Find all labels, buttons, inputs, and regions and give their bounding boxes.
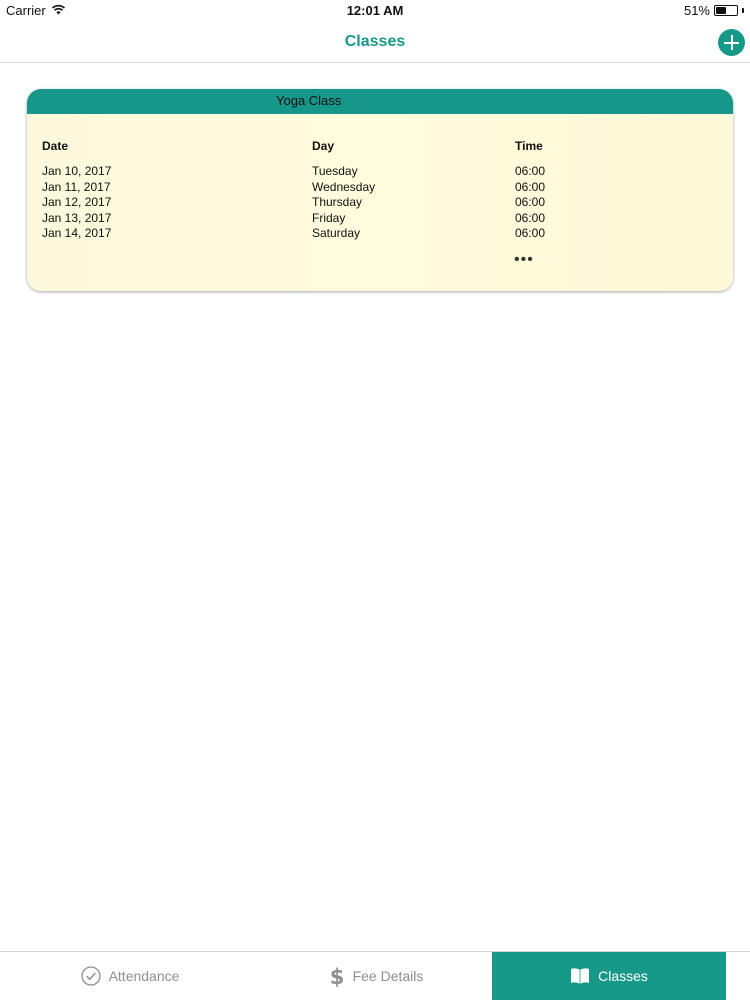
row-date: Jan 14, 2017 [42, 226, 112, 241]
column-header-date: Date [42, 139, 69, 153]
table-row: Jan 10, 2017 Tuesday 06:00 [42, 164, 722, 180]
row-date: Jan 13, 2017 [42, 210, 112, 225]
row-day: Saturday [312, 226, 361, 241]
status-right: 51% [684, 3, 744, 18]
navigation-bar: Classes [0, 22, 750, 63]
battery-icon [714, 5, 738, 16]
tab-attendance[interactable]: Attendance [0, 952, 260, 1000]
battery-fill [716, 7, 727, 14]
add-class-button[interactable] [718, 29, 745, 56]
card-header: Yoga Class [27, 89, 733, 114]
page-title: Classes [344, 33, 406, 50]
schedule-table: Date Day Time Jan 10, 2017 Tuesday 06:00… [42, 139, 722, 242]
row-time: 06:00 [515, 195, 546, 210]
table-row: Jan 14, 2017 Saturday 06:00 [42, 226, 722, 242]
battery-percent: 51% [683, 3, 710, 18]
tab-classes[interactable]: Classes [492, 952, 726, 1000]
class-card[interactable]: Yoga Class Date Day Time Jan 10, 2017 Tu… [27, 89, 733, 291]
tab-label: Fee Details [352, 968, 424, 984]
row-date: Jan 10, 2017 [42, 164, 112, 178]
row-day: Tuesday [312, 164, 358, 178]
row-day: Thursday [312, 195, 363, 210]
table-row: Jan 13, 2017 Friday 06:00 [42, 211, 722, 227]
battery-tip [742, 8, 744, 13]
tab-fee-details[interactable]: $ Fee Details [260, 952, 492, 1000]
status-bar: Carrier 12:01 AM 51% [0, 0, 750, 22]
row-time: 06:00 [515, 179, 546, 194]
status-time: 12:01 AM [346, 3, 404, 18]
column-header-day: Day [312, 139, 335, 153]
tab-label: Attendance [108, 968, 180, 984]
dollar-icon: $ [329, 965, 345, 987]
row-day: Wednesday [312, 179, 376, 194]
book-icon [570, 967, 590, 985]
column-header-time: Time [515, 139, 543, 153]
tab-label: Classes [598, 968, 648, 984]
tab-bar: Attendance $ Fee Details Classes [0, 951, 750, 1000]
row-day: Friday [312, 210, 346, 225]
check-circle-icon [80, 966, 101, 986]
row-date: Jan 12, 2017 [42, 195, 112, 210]
table-header-row: Date Day Time [42, 139, 722, 164]
row-date: Jan 11, 2017 [42, 179, 111, 194]
table-row: Jan 11, 2017 Wednesday 06:00 [42, 180, 722, 196]
svg-text:$: $ [329, 965, 344, 987]
row-time: 06:00 [515, 210, 546, 225]
class-title: Yoga Class [276, 93, 342, 108]
row-time: 06:00 [515, 226, 546, 241]
row-time: 06:00 [515, 164, 546, 178]
more-indicator: ••• [514, 251, 534, 268]
table-row: Jan 12, 2017 Thursday 06:00 [42, 195, 722, 211]
